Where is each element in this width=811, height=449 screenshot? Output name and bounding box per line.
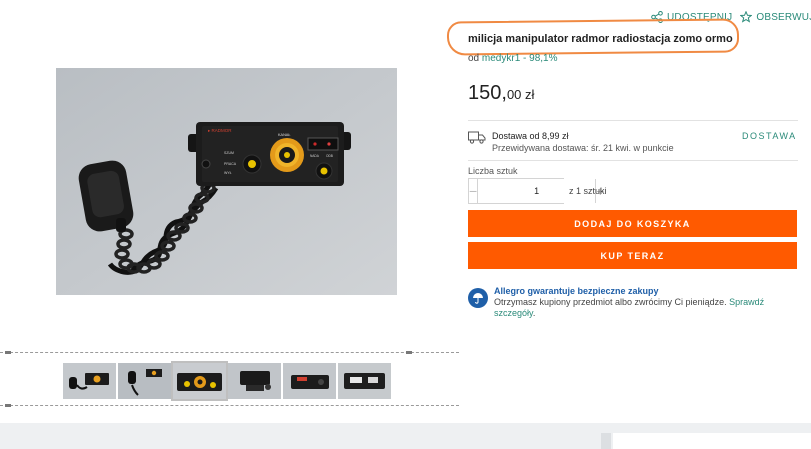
- quantity-available: z 1 sztuki: [569, 186, 607, 196]
- seller-line: od medykr1 - 98,1%: [468, 53, 558, 64]
- divider: [468, 120, 798, 121]
- thumbnail-5[interactable]: [283, 363, 336, 399]
- thumbnail-3[interactable]: [171, 361, 228, 401]
- thumbnail-1[interactable]: [63, 363, 116, 399]
- thumbnail-6[interactable]: [338, 363, 391, 399]
- truck-icon: [468, 131, 486, 144]
- product-title: milicja manipulator radmor radiostacja z…: [468, 33, 733, 45]
- thumbnail-strip: [63, 361, 391, 401]
- add-to-cart-button[interactable]: DODAJ DO KOSZYKA: [468, 210, 797, 237]
- price-cents: 00 zł: [506, 87, 535, 102]
- delivery-link[interactable]: DOSTAWA: [742, 131, 797, 141]
- gallery-divider-bottom: [0, 405, 459, 406]
- quantity-decrease-button[interactable]: −: [469, 179, 479, 203]
- watch-button[interactable]: OBSERWUJ: [740, 11, 811, 23]
- seller-prefix: od: [468, 53, 480, 64]
- price: 150,00 zł: [468, 82, 534, 105]
- star-icon: [740, 11, 753, 23]
- main-product-photo[interactable]: ▸ RADMOR KANAŁ SZUM PRACA WYŁ NADA ODB: [56, 68, 397, 295]
- gallery-tick: [406, 351, 412, 354]
- thumbnail-4[interactable]: [228, 363, 281, 399]
- svg-text:KANAŁ: KANAŁ: [278, 133, 290, 137]
- gallery-tick: [5, 404, 11, 407]
- guarantee-title: Allegro gwarantuje bezpieczne zakupy: [494, 286, 659, 296]
- gallery-divider-top: [0, 352, 459, 353]
- divider: [468, 160, 798, 161]
- seller-link[interactable]: medykr1: [482, 53, 520, 64]
- svg-text:SZUM: SZUM: [224, 151, 234, 155]
- section-divider: [601, 433, 611, 449]
- buy-now-button[interactable]: KUP TERAZ: [468, 242, 797, 269]
- svg-text:PRACA: PRACA: [224, 162, 237, 166]
- brand-label: ▸ RADMOR: [208, 128, 232, 133]
- guarantee-text: Otrzymasz kupiony przedmiot albo zwrócim…: [494, 297, 765, 318]
- svg-text:ODB: ODB: [326, 154, 333, 158]
- thumbnail-2[interactable]: [118, 363, 171, 399]
- lower-right-card: [613, 433, 811, 449]
- seller-rating[interactable]: - 98,1%: [523, 53, 557, 64]
- price-main: 150,: [468, 82, 507, 104]
- delivery-cost: Dostawa od 8,99 zł: [492, 131, 569, 141]
- guarantee-body: Otrzymasz kupiony przedmiot albo zwrócim…: [494, 297, 727, 307]
- quantity-stepper: − +: [468, 178, 604, 204]
- svg-text:WYŁ: WYŁ: [224, 171, 232, 175]
- lower-section-background: [0, 423, 811, 449]
- umbrella-icon: [468, 288, 488, 308]
- delivery-eta: Przewidywana dostawa: śr. 21 kwi. w punk…: [492, 143, 674, 153]
- quantity-label: Liczba sztuk: [468, 166, 518, 176]
- svg-text:NADA: NADA: [310, 154, 320, 158]
- radio-manipulator-image: ▸ RADMOR KANAŁ SZUM PRACA WYŁ NADA ODB: [56, 68, 397, 295]
- watch-label: OBSERWUJ: [756, 11, 811, 23]
- gallery-tick: [5, 351, 11, 354]
